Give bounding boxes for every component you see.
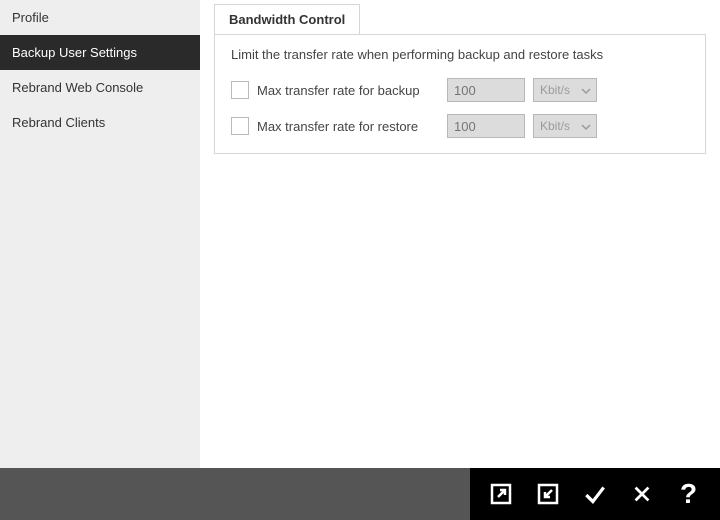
backup-rate-label: Max transfer rate for backup <box>257 83 447 98</box>
chevron-down-icon <box>581 86 591 96</box>
sidebar-item-rebrand-clients[interactable]: Rebrand Clients <box>0 105 200 140</box>
restore-rate-unit-select[interactable]: Kbit/s <box>533 114 597 138</box>
footer: ? <box>0 468 720 520</box>
cancel-button[interactable] <box>624 476 660 512</box>
restore-rate-checkbox[interactable] <box>231 117 249 135</box>
export-icon <box>489 482 513 506</box>
sidebar: Profile Backup User Settings Rebrand Web… <box>0 0 200 468</box>
tab-label: Bandwidth Control <box>229 12 345 27</box>
restore-rate-input[interactable] <box>447 114 525 138</box>
export-button[interactable] <box>483 476 519 512</box>
main-area: Bandwidth Control Limit the transfer rat… <box>200 0 720 468</box>
backup-rate-unit-label: Kbit/s <box>540 83 570 97</box>
footer-actions: ? <box>470 468 720 520</box>
backup-rate-checkbox[interactable] <box>231 81 249 99</box>
backup-rate-row: Max transfer rate for backup Kbit/s <box>231 76 689 104</box>
check-icon <box>582 481 608 507</box>
sidebar-item-rebrand-web-console[interactable]: Rebrand Web Console <box>0 70 200 105</box>
tab-bandwidth-control[interactable]: Bandwidth Control <box>214 4 360 34</box>
ok-button[interactable] <box>577 476 613 512</box>
close-icon <box>631 483 653 505</box>
import-button[interactable] <box>530 476 566 512</box>
help-button[interactable]: ? <box>671 476 707 512</box>
sidebar-item-label: Rebrand Clients <box>12 115 105 130</box>
tabs: Bandwidth Control <box>200 0 720 34</box>
restore-rate-label: Max transfer rate for restore <box>257 119 447 134</box>
sidebar-item-label: Rebrand Web Console <box>12 80 143 95</box>
footer-spacer <box>0 468 470 520</box>
sidebar-item-profile[interactable]: Profile <box>0 0 200 35</box>
chevron-down-icon <box>581 122 591 132</box>
backup-rate-input[interactable] <box>447 78 525 102</box>
panel-description: Limit the transfer rate when performing … <box>231 47 689 62</box>
restore-rate-unit-label: Kbit/s <box>540 119 570 133</box>
help-icon: ? <box>680 478 697 510</box>
bandwidth-panel: Limit the transfer rate when performing … <box>214 34 706 154</box>
import-icon <box>536 482 560 506</box>
backup-rate-unit-select[interactable]: Kbit/s <box>533 78 597 102</box>
sidebar-item-label: Profile <box>12 10 49 25</box>
sidebar-item-backup-user-settings[interactable]: Backup User Settings <box>0 35 200 70</box>
sidebar-item-label: Backup User Settings <box>12 45 137 60</box>
restore-rate-row: Max transfer rate for restore Kbit/s <box>231 112 689 140</box>
